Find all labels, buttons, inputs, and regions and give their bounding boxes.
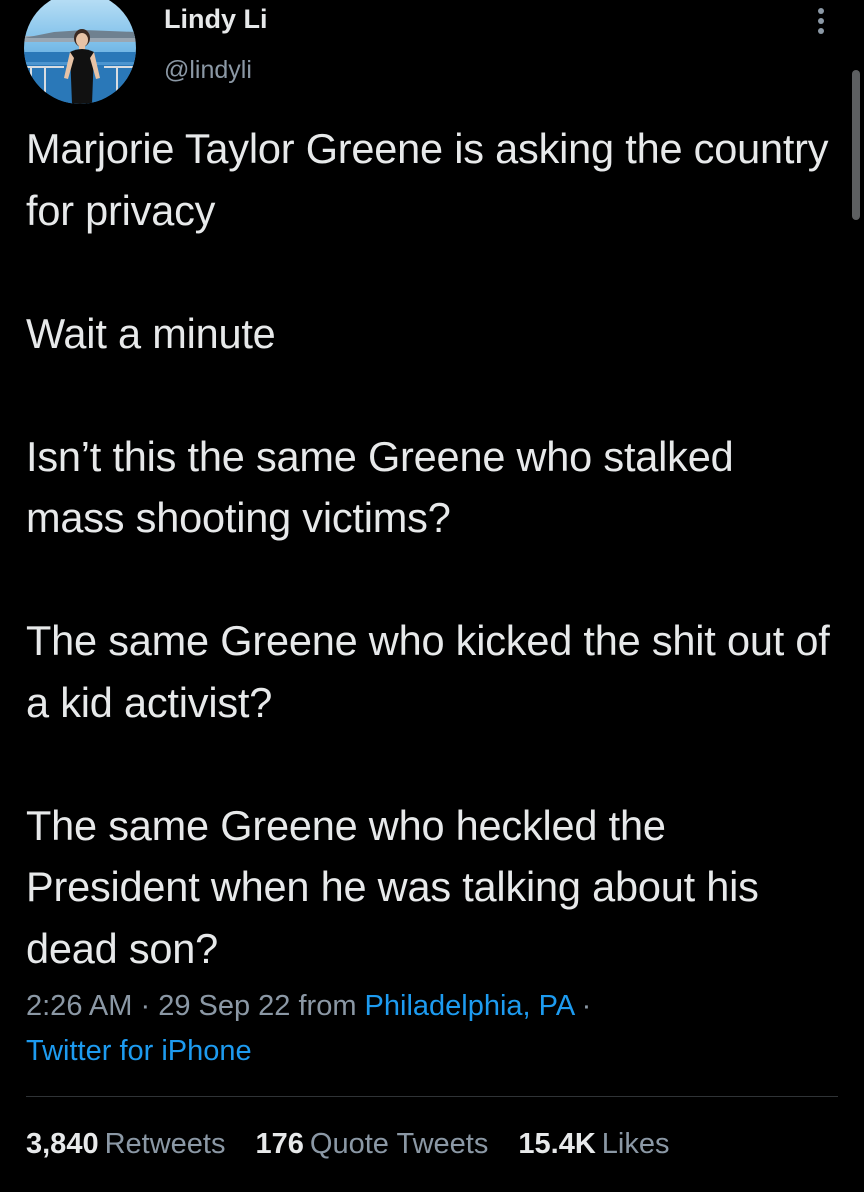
meta-separator: · <box>132 990 159 1022</box>
tweet-detail: Lindy Li @lindyli Marjorie Taylor Greene… <box>0 0 864 1192</box>
avatar[interactable] <box>24 0 136 104</box>
likes-label: Likes <box>601 1128 670 1160</box>
retweets-label: Retweets <box>104 1128 226 1160</box>
quote-tweets-count: 176 <box>255 1128 304 1160</box>
location-link[interactable]: Philadelphia, PA <box>365 990 574 1022</box>
engagement-stats: 3,840 Retweets 176 Quote Tweets 15.4K Likes <box>26 1122 691 1166</box>
retweets-stat[interactable]: 3,840 Retweets <box>26 1122 225 1166</box>
retweets-count: 3,840 <box>26 1128 99 1160</box>
more-options-icon[interactable] <box>806 2 836 42</box>
tweet-paragraph: Marjorie Taylor Greene is asking the cou… <box>26 125 829 234</box>
divider <box>26 1096 838 1097</box>
author-handle[interactable]: @lindyli <box>164 56 252 85</box>
tweet-text: Marjorie Taylor Greene is asking the cou… <box>26 118 836 979</box>
tweet-paragraph: The same Greene who kicked the shit out … <box>26 617 830 726</box>
tweet-time[interactable]: 2:26 AM <box>26 990 132 1022</box>
likes-stat[interactable]: 15.4K Likes <box>518 1122 669 1166</box>
from-label: from <box>290 990 365 1022</box>
tweet-paragraph: Wait a minute <box>26 309 276 357</box>
scrollbar-thumb[interactable] <box>852 70 860 220</box>
author-name[interactable]: Lindy Li <box>164 4 268 35</box>
tweet-paragraph: Isn’t this the same Greene who stalked m… <box>26 432 734 542</box>
tweet-paragraph: The same Greene who heckled the Presiden… <box>26 801 759 972</box>
quote-tweets-stat[interactable]: 176 Quote Tweets <box>256 1122 489 1166</box>
quote-tweets-label: Quote Tweets <box>309 1128 489 1160</box>
source-link[interactable]: Twitter for iPhone <box>26 1035 252 1067</box>
tweet-metadata: 2:26 AM · 29 Sep 22 from Philadelphia, P… <box>26 984 826 1074</box>
likes-count: 15.4K <box>518 1128 596 1160</box>
meta-separator: · <box>573 990 592 1022</box>
tweet-date[interactable]: 29 Sep 22 <box>158 990 290 1022</box>
